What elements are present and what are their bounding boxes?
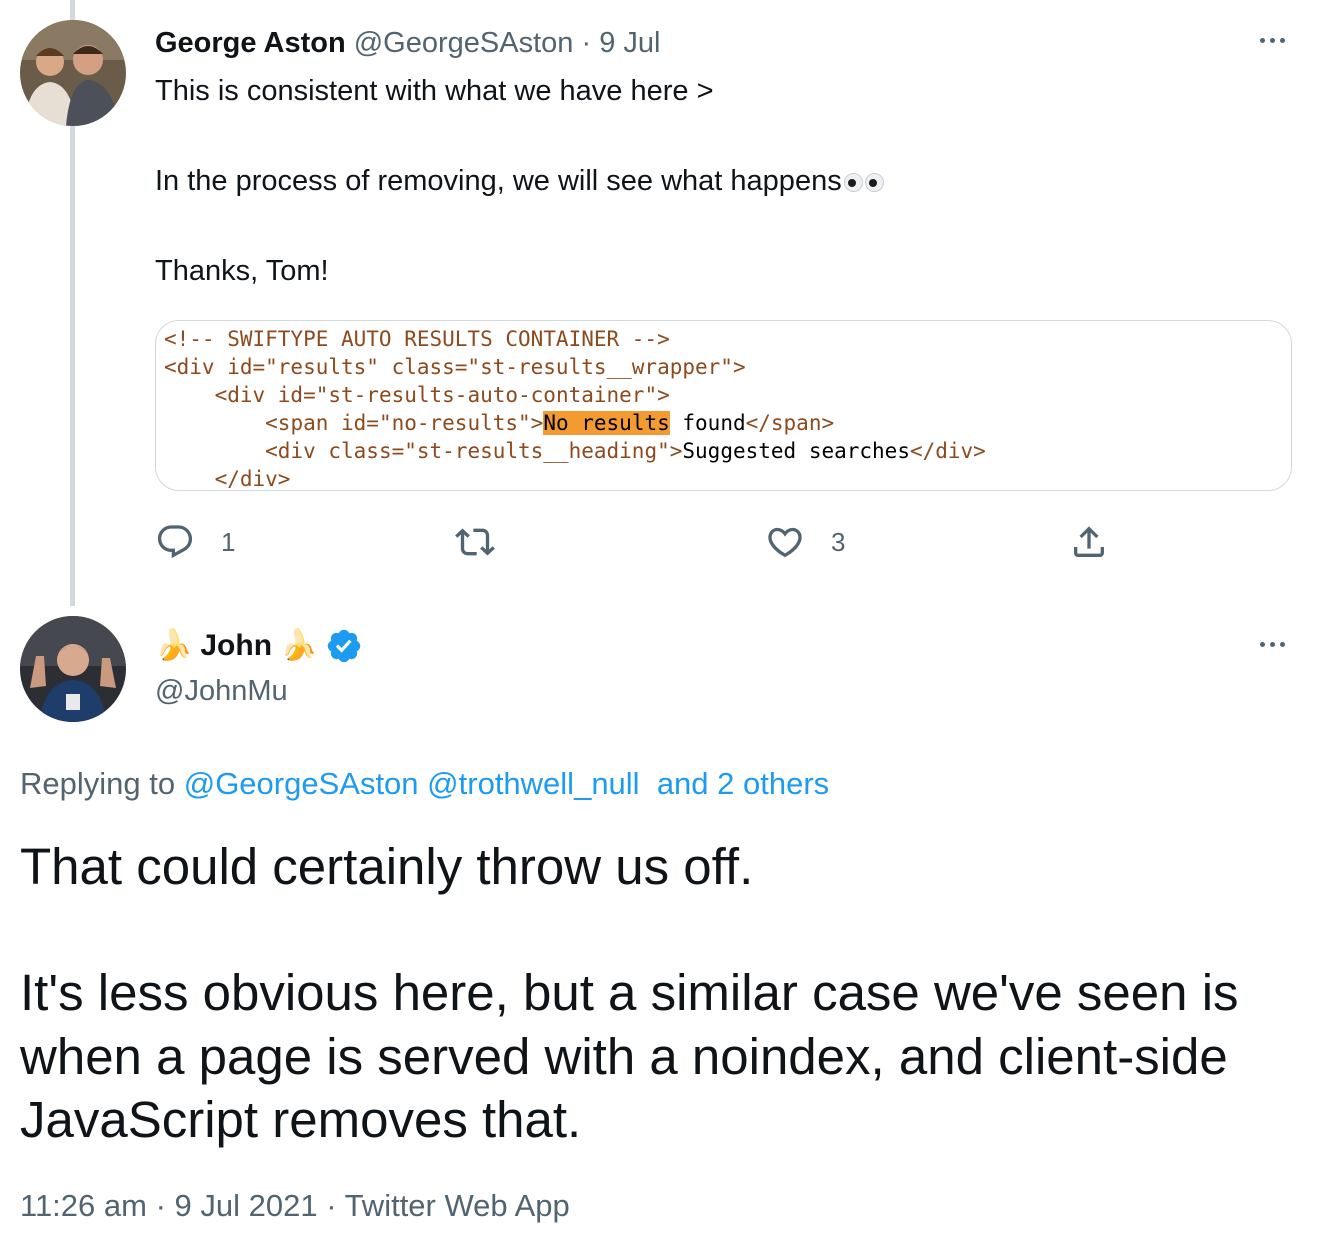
retweet-button[interactable] [455,522,495,562]
tweet1-text-line3: Thanks, Tom! [155,255,329,287]
timestamp-source[interactable]: Twitter Web App [345,1188,570,1223]
code-block: <!-- SWIFTYPE AUTO RESULTS CONTAINER -->… [164,325,986,491]
reply-icon [157,525,193,559]
tweet2-text-line1: That could certainly throw us off. [20,838,754,895]
tweet2-name-row: 🍌 John 🍌 [155,622,363,670]
tweet1-author-name[interactable]: George Aston [155,27,346,59]
tweet1-text-line1: This is consistent with what we have her… [155,75,714,107]
tweet1-date[interactable]: 9 Jul [599,27,660,59]
tweet1-separator: · [573,27,600,59]
verified-badge-icon [328,629,361,663]
tweet1-more-icon[interactable] [1252,30,1292,50]
heart-icon [768,527,802,558]
john-avatar[interactable] [20,616,126,722]
replying-prefix: Replying to [20,766,184,801]
tweet2-author-handle[interactable]: @JohnMu [155,672,288,710]
timestamp-separator-1: · [146,1188,175,1223]
code-line-6: </div> [214,467,291,491]
banana-emoji-icon: 🍌 [155,629,193,662]
code-line-4-close: </span> [745,411,835,435]
code-line-4-open: <span id="no-results"> [265,411,544,435]
tweet1-text-line2: In the process of removing, we will see … [155,162,884,200]
reply-button[interactable]: 1 [155,522,235,562]
share-icon [1074,526,1104,557]
like-count: 3 [831,526,846,557]
code-highlight: No results [543,411,670,435]
code-line-2: <div id="results" class="st-results__wra… [164,355,746,379]
share-button[interactable] [1069,522,1109,562]
code-line-3: <div id="st-results-auto-container"> [214,383,670,407]
tweet1-author-handle[interactable]: @GeorgeSAston [354,27,574,59]
tweet1-code-screenshot[interactable]: <!-- SWIFTYPE AUTO RESULTS CONTAINER -->… [155,320,1292,491]
code-line-5-text: Suggested searches [682,439,910,463]
tweet2-timestamp: 11:26 am · 9 Jul 2021 · Twitter Web App [20,1186,570,1226]
timestamp-date[interactable]: 9 Jul 2021 [175,1188,318,1223]
retweet-icon [455,528,495,556]
tweet2-text-line4: JavaScript removes that. [20,1091,582,1148]
eyes-emoji-icon [843,172,884,192]
code-line-1: <!-- SWIFTYPE AUTO RESULTS CONTAINER --> [164,327,670,351]
tweet1-action-bar: 1 3 [155,522,1115,566]
george-aston-avatar[interactable] [20,20,126,126]
banana-emoji-icon-2: 🍌 [280,629,318,662]
tweet1-header: George Aston @GeorgeSAston · 9 Jul [155,24,660,62]
timestamp-time[interactable]: 11:26 am [20,1188,147,1223]
replying-to-line: Replying to @GeorgeSAston @trothwell_nul… [20,764,829,804]
reply-count: 1 [221,526,236,557]
code-line-5-close: </div> [909,439,986,463]
like-button[interactable]: 3 [765,522,845,562]
code-line-5-open: <div class="st-results__heading"> [265,439,683,463]
reply-to-link-2[interactable]: @trothwell_null [427,766,639,801]
code-line-4-text: found [669,411,746,435]
reply-to-link-1[interactable]: @GeorgeSAston [184,766,419,801]
tweet1-text-line2-content: In the process of removing, we will see … [155,165,842,197]
tweet2-text-line2: It's less obvious here, but a similar ca… [20,964,1239,1021]
tweet2-more-icon[interactable] [1252,634,1292,654]
tweet2-author-name[interactable]: John [200,629,272,663]
tweet2-text-line3: when a page is served with a noindex, an… [20,1028,1228,1085]
timestamp-separator-2: · [317,1188,345,1223]
reply-to-others-link[interactable]: and 2 others [657,766,829,801]
